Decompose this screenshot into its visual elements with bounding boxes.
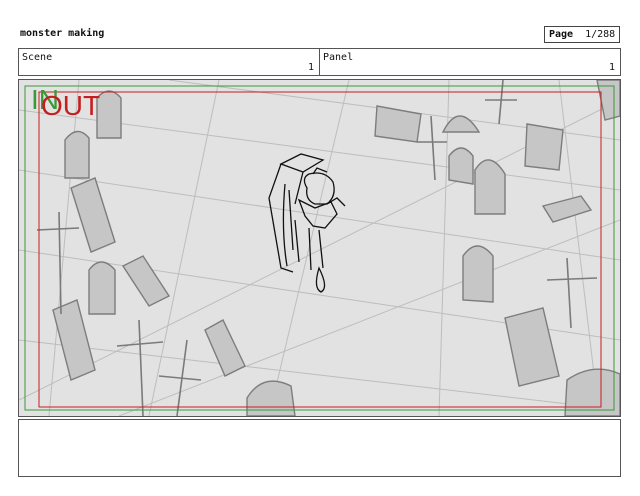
page-indicator: Page 1/288 (544, 26, 620, 43)
scene-panel-header: Scene 1 Panel 1 (18, 48, 621, 76)
panel-notes-box[interactable] (18, 419, 621, 477)
scene-field[interactable]: Scene 1 (19, 49, 319, 75)
out-label: OUT (41, 90, 101, 121)
in-out-marker: IN OUT (31, 86, 100, 120)
page-number: 1/288 (585, 29, 616, 40)
panel-label: Panel (323, 52, 354, 63)
project-title: monster making (20, 28, 105, 39)
scene-label: Scene (22, 52, 53, 63)
character-sketch (268, 153, 346, 293)
panel-field[interactable]: Panel 1 (319, 49, 620, 75)
scene-number: 1 (307, 62, 314, 73)
page-label: Page (549, 29, 574, 40)
graveyard-sketch (19, 80, 620, 416)
storyboard-panel-image[interactable]: IN OUT (18, 79, 621, 417)
panel-number: 1 (608, 62, 615, 73)
